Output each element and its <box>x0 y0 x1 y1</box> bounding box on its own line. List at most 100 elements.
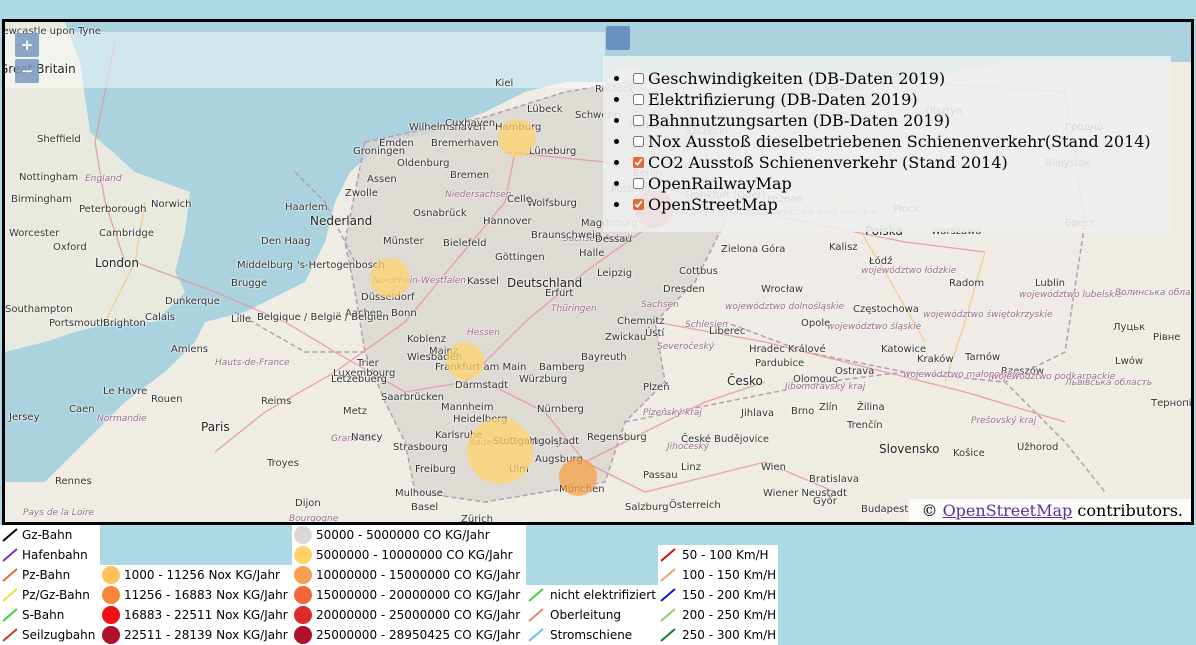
layer-item[interactable]: CO2 Ausstoß Schienenverkehr (Stand 2014) <box>631 152 1151 173</box>
legend-label: 1000 - 11256 Nox KG/Jahr <box>124 568 280 582</box>
place-label: Nottingham <box>19 172 79 183</box>
co2-bubble[interactable] <box>370 258 410 298</box>
layer-label: CO2 Ausstoß Schienenverkehr (Stand 2014) <box>648 153 1008 172</box>
layer-checkbox[interactable] <box>633 73 644 84</box>
place-label: Münster <box>383 236 424 247</box>
layer-item[interactable]: OpenStreetMap <box>631 194 1151 215</box>
place-label: Lille <box>231 314 252 325</box>
place-label: Brighton <box>103 318 146 329</box>
place-label: Bratislava <box>809 474 859 485</box>
zoom-in-button[interactable]: + <box>15 33 39 57</box>
place-label: Saarbrücken <box>381 392 444 403</box>
place-label: Oxford <box>53 242 87 253</box>
legend-label: 5000000 - 10000000 CO KG/Jahr <box>316 548 513 562</box>
co2-bubble[interactable] <box>467 418 533 484</box>
layer-item[interactable]: Nox Ausstoß dieselbetriebenen Schienenve… <box>631 131 1151 152</box>
layer-item[interactable]: OpenRailwayMap <box>631 173 1151 194</box>
place-label: Pays de la Loire <box>23 508 95 518</box>
place-label: Troyes <box>267 458 299 469</box>
openstreetmap-link[interactable]: OpenStreetMap <box>943 501 1073 520</box>
place-label: Caen <box>69 404 95 415</box>
legend-dot-swatch <box>294 606 312 624</box>
place-label: Le Havre <box>103 386 148 397</box>
place-label: województwo śląskie <box>827 322 922 332</box>
place-label: Norwich <box>151 199 192 210</box>
place-label: England <box>85 174 122 184</box>
place-label: Kassel <box>467 276 499 287</box>
place-label: Луцьк <box>1113 322 1146 333</box>
layer-item[interactable]: Elektrifizierung (DB-Daten 2019) <box>631 89 1151 110</box>
zoom-out-button[interactable]: − <box>15 59 39 83</box>
legend-entry: Hafenbahn <box>0 545 100 565</box>
place-label: Cambridge <box>99 228 154 239</box>
place-label: Emden <box>379 138 414 149</box>
place-label: Jihlava <box>741 408 775 419</box>
legend-dot-swatch <box>294 626 312 644</box>
legend-label: 15000000 - 20000000 CO KG/Jahr <box>316 588 521 602</box>
place-label: Košice <box>953 448 985 459</box>
co2-bubble[interactable] <box>559 458 597 496</box>
place-label: Hannover <box>483 216 532 227</box>
legend-label: 10000000 - 15000000 CO KG/Jahr <box>316 568 521 582</box>
layer-label: OpenStreetMap <box>648 195 778 214</box>
place-label: Koblenz <box>407 334 447 345</box>
layer-checkbox[interactable] <box>633 115 644 126</box>
legend-label: nicht elektrifiziert <box>550 588 656 602</box>
place-label: Niedersachsen <box>445 190 512 200</box>
legend-line-swatch <box>2 588 18 602</box>
legend-line-swatch <box>2 628 18 642</box>
place-label: Волинська область <box>1115 288 1191 298</box>
place-label: Dunkerque <box>165 296 220 307</box>
co2-bubble[interactable] <box>446 342 484 380</box>
place-label: Kalisz <box>829 242 858 253</box>
place-label: Calais <box>145 312 176 323</box>
place-label: Тернопіль <box>1151 398 1192 409</box>
place-label: Amiens <box>171 344 209 355</box>
map-view[interactable]: Great BritainNewcastle upon TyneSheffiel… <box>2 19 1194 525</box>
legend-entry: 11256 - 16883 Nox KG/Jahr <box>100 585 292 605</box>
place-label: Zürich <box>461 514 493 525</box>
place-label: Liberec <box>709 326 746 337</box>
layer-item[interactable]: Bahnnutzungsarten (DB-Daten 2019) <box>631 110 1151 131</box>
layer-switcher-button[interactable] <box>606 26 630 50</box>
place-label: Severočeský <box>657 342 715 352</box>
legend-line-swatch <box>660 608 676 622</box>
place-label: Worcester <box>9 228 60 239</box>
place-label: Reims <box>261 396 292 407</box>
layer-label: Bahnnutzungsarten (DB-Daten 2019) <box>648 111 951 130</box>
place-label: Thüringen <box>551 304 597 314</box>
place-label: Wiener Neustadt <box>763 488 847 499</box>
layer-checkbox[interactable] <box>633 178 644 189</box>
layer-switcher-panel: Geschwindigkeiten (DB-Daten 2019) Elektri… <box>603 56 1171 232</box>
layer-checkbox[interactable] <box>633 136 644 147</box>
legend-entry: Pz-Bahn <box>0 565 100 585</box>
place-label: Wrocław <box>761 284 804 295</box>
legend-co2: 50000 - 5000000 CO KG/Jahr 5000000 - 1000… <box>292 525 526 645</box>
legend-speed: 50 - 100 Km/H 100 - 150 Km/H 150 - 200 Km/… <box>658 545 778 645</box>
layer-item[interactable]: Geschwindigkeiten (DB-Daten 2019) <box>631 68 1151 89</box>
place-label: Pardubice <box>755 358 805 369</box>
place-label: Linz <box>681 462 701 473</box>
legend-dot-swatch <box>294 546 312 564</box>
place-label: Bremerhaven <box>431 138 499 149</box>
legend-label: 25000000 - 28950425 CO KG/Jahr <box>316 628 521 642</box>
legend-label: 50000 - 5000000 CO KG/Jahr <box>316 528 490 542</box>
place-label: Erfurt <box>545 288 574 299</box>
place-label: Budapest <box>861 504 909 515</box>
place-label: Lübeck <box>527 104 563 115</box>
place-label: Lwów <box>1115 356 1144 367</box>
place-label: Tarnów <box>965 352 1001 363</box>
place-label: Assen <box>367 174 397 185</box>
layer-checkbox[interactable] <box>633 157 644 168</box>
co2-bubble[interactable] <box>498 119 536 157</box>
legend-label: Stromschiene <box>550 628 633 642</box>
place-label: Letzebuerg <box>331 374 387 385</box>
legend-label: Oberleitung <box>550 608 621 622</box>
place-label: Wien <box>761 462 786 473</box>
legend-dot-swatch <box>102 626 120 644</box>
layer-checkbox[interactable] <box>633 94 644 105</box>
legend-entry: 200 - 250 Km/H <box>658 605 778 625</box>
place-label: Dijon <box>295 498 321 509</box>
place-label: Den Haag <box>261 236 311 247</box>
layer-checkbox[interactable] <box>633 199 644 210</box>
